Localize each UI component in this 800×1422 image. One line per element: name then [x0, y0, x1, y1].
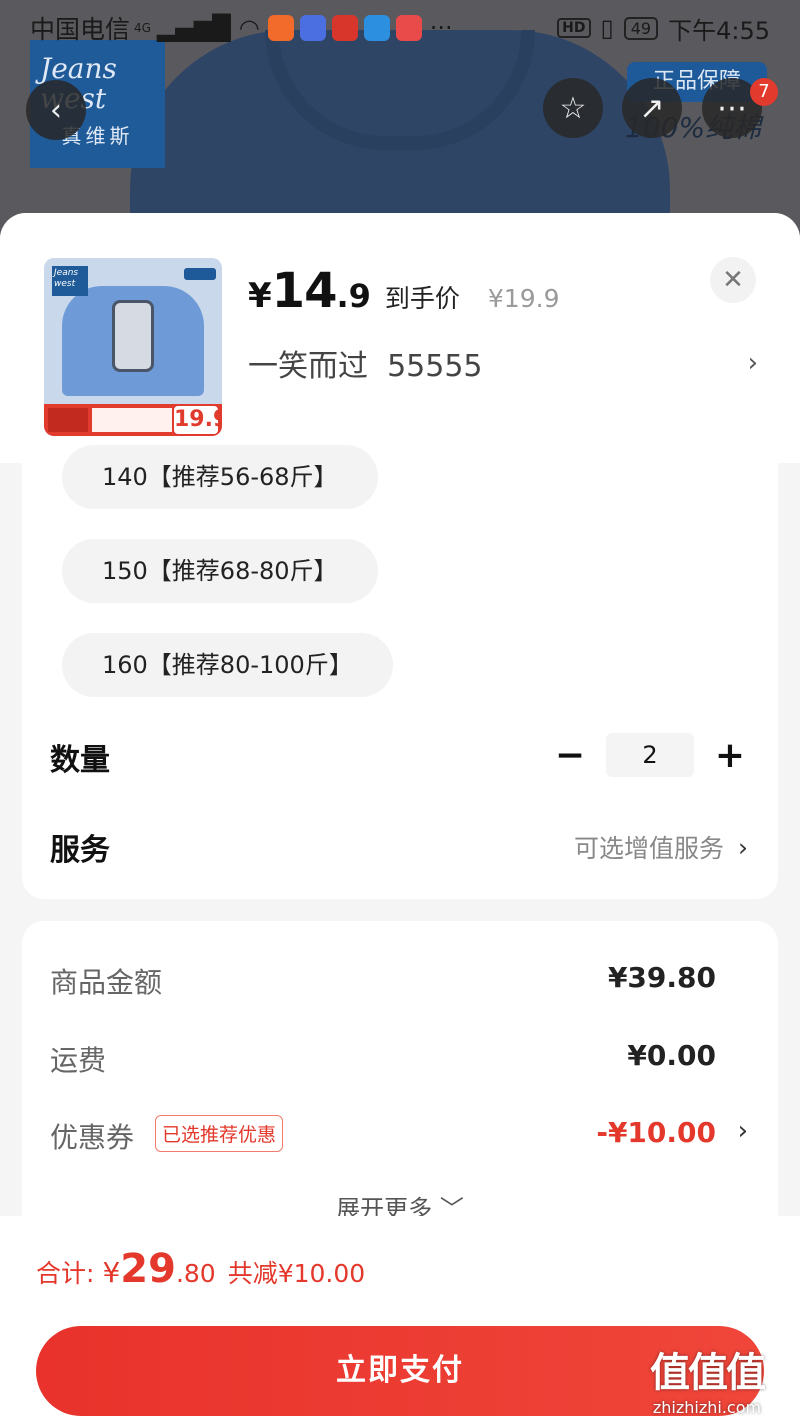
quantity-value[interactable]: 2: [606, 733, 694, 777]
thumb-promo-middle: [92, 408, 172, 432]
chevron-left-icon: ‹: [50, 92, 62, 128]
chevron-right-icon[interactable]: ›: [738, 1116, 748, 1146]
goods-amount-label: 商品金额: [50, 966, 163, 999]
product-thumbnail[interactable]: Jeans west 19.9: [44, 258, 222, 436]
back-button[interactable]: ‹: [26, 80, 86, 140]
shipping-value: ¥0.00: [627, 1039, 716, 1072]
star-icon: ☆: [559, 90, 587, 126]
robot-print-image: [112, 300, 154, 372]
order-summary-card: 商品金额 ¥39.80 运费 ¥0.00 优惠券 已选推荐优惠 -¥10.00 …: [22, 921, 778, 1241]
favorite-button[interactable]: ☆: [543, 78, 603, 138]
thumb-badge: [184, 268, 216, 280]
quantity-minus-button[interactable]: −: [552, 735, 588, 776]
zhi-app-icon: [331, 15, 358, 41]
watermark-url: zhizhizhi.com: [652, 1398, 762, 1417]
shipping-label: 运费: [50, 1044, 107, 1077]
size-option-150[interactable]: 150【推荐68-80斤】: [62, 539, 378, 603]
sheet-header: Jeans west 19.9 ¥ 14 .9 到手价 ¥19.9 一笑而过 5…: [0, 213, 800, 463]
total-row: 合计: ¥ 29 .80 共减¥10.00: [36, 1246, 365, 1292]
close-icon: ✕: [722, 265, 744, 295]
size-option-140[interactable]: 140【推荐56-68斤】: [62, 445, 378, 509]
price-note: 到手价: [384, 284, 460, 313]
service-option-link[interactable]: 可选增值服务 ›: [574, 829, 748, 865]
thumb-promo-left: [48, 408, 88, 432]
coupon-tag: 已选推荐优惠: [155, 1115, 284, 1152]
network-type: 4G: [134, 21, 151, 35]
watermark: 值值值 zhizhizhi.com: [650, 1340, 766, 1417]
music-app-icon: [299, 15, 326, 41]
purchase-sheet: Jeans west 19.9 ¥ 14 .9 到手价 ¥19.9 一笑而过 5…: [0, 213, 800, 1422]
quantity-plus-button[interactable]: +: [712, 735, 748, 776]
thumb-logo-line2: west: [54, 279, 76, 289]
service-link-text: 可选增值服务: [573, 834, 724, 863]
clock: 下午4:55: [668, 16, 770, 45]
total-decimal: .80: [175, 1259, 216, 1288]
watermark-title: 值值值: [650, 1350, 766, 1396]
coupon-label: 优惠券: [50, 1121, 135, 1154]
total-label: 合计:: [36, 1259, 95, 1288]
vibrate-icon: ▯: [600, 14, 614, 42]
notification-icons: [267, 15, 422, 41]
quantity-stepper: − 2 +: [552, 733, 748, 777]
hd-indicator: HD: [557, 18, 591, 38]
thumb-logo-line1: Jeans: [54, 268, 79, 278]
size-option-160[interactable]: 160【推荐80-100斤】: [62, 633, 393, 697]
thumb-promo-strip: 19.9: [44, 404, 222, 436]
wifi-icon: ◠: [238, 14, 260, 42]
spec-card: 140【推荐56-68斤】 150【推荐68-80斤】 160【推荐80-100…: [22, 445, 778, 899]
more-icon: ⋯: [717, 90, 747, 126]
app-notification-icon: [267, 15, 294, 41]
thumb-brand-logo: Jeans west: [52, 266, 88, 296]
price-row: ¥ 14 .9 到手价 ¥19.9: [248, 263, 559, 319]
more-notifications: ···: [429, 14, 453, 42]
coupon-value[interactable]: -¥10.00: [596, 1116, 716, 1149]
selected-variant: 一笑而过 55555: [248, 349, 483, 384]
status-bar: 中国电信 4G ▂▄▆█ ◠ ··· HD ▯ 49 下午4:55: [0, 0, 800, 56]
signal-icon: ▂▄▆█: [156, 14, 231, 42]
carrier-name: 中国电信: [30, 15, 131, 44]
chevron-right-icon: ›: [738, 832, 748, 862]
goods-amount-value: ¥39.80: [607, 961, 716, 994]
shopping-app-icon: [395, 15, 422, 41]
share-icon: ↗: [639, 90, 665, 126]
close-button[interactable]: ✕: [710, 257, 756, 303]
browser-app-icon: [363, 15, 390, 41]
price-integer: 14: [271, 263, 338, 319]
price-currency: ¥: [248, 276, 272, 316]
more-badge: 7: [750, 78, 778, 106]
total-saving: 共减¥10.00: [227, 1259, 366, 1288]
total-currency: ¥: [102, 1256, 121, 1289]
price-decimal: .9: [336, 277, 371, 315]
original-price: ¥19.9: [487, 284, 560, 313]
service-label: 服务: [50, 833, 110, 868]
thumb-promo-price: 19.9: [174, 406, 222, 434]
selected-variant-row[interactable]: 一笑而过 55555 ›: [248, 341, 758, 385]
battery-level: 49: [623, 16, 659, 40]
share-button[interactable]: ↗: [622, 78, 682, 138]
total-integer: 29: [120, 1246, 176, 1292]
quantity-label: 数量: [50, 743, 110, 778]
chevron-right-icon: ›: [747, 348, 758, 378]
